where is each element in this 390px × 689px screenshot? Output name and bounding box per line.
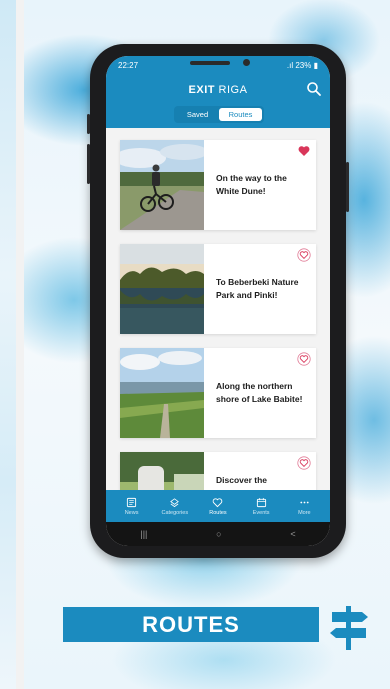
route-card[interactable]: Along the northern shore of Lake Babite! [120,348,316,438]
segment-routes[interactable]: Routes [219,108,262,121]
route-card[interactable]: To Beberbeki Nature Park and Pinki! [120,244,316,334]
phone-camera [243,59,250,66]
system-nav-bar: ||| ○ < [106,522,330,546]
saved-routes-toggle: Saved Routes [174,106,264,123]
search-icon[interactable] [306,81,322,97]
heart-outline-icon[interactable] [297,248,311,262]
route-photo-lakeshore [120,348,204,438]
app-title-light: RIGA [218,84,248,96]
route-photo-cyclist [120,140,204,230]
phone-screen: 22:27 .ıl 23% ▮ EXIT RIGA Saved Routes O… [106,56,330,546]
background-left-strip [0,0,16,689]
phone-button [346,162,349,212]
heart-icon [213,497,223,507]
app-header: EXIT RIGA Saved Routes [106,74,330,128]
battery-icon: ▮ [311,60,318,70]
phone-button [87,114,90,134]
heart-outline-icon[interactable] [297,352,311,366]
tab-routes[interactable]: Routes [197,497,239,516]
status-bar: 22:27 .ıl 23% ▮ [106,56,330,74]
route-photo-lake [120,244,204,334]
tab-events[interactable]: Events [240,497,282,516]
tab-label: News [124,509,139,516]
route-card[interactable]: Discover the [120,452,316,490]
segment-saved[interactable]: Saved [176,108,219,121]
calendar-icon [256,497,266,507]
routes-list: On the way to the White Dune! To Beberbe… [106,128,330,490]
app-title: EXIT RIGA [106,84,330,96]
phone-button [87,144,90,184]
phone-mockup: 22:27 .ıl 23% ▮ EXIT RIGA Saved Routes O… [87,44,349,558]
status-right: .ıl 23% ▮ [287,61,318,70]
heart-outline-icon[interactable] [297,456,311,470]
phone-speaker [190,61,230,65]
background-divider [16,0,24,689]
tab-more[interactable]: More [283,497,325,516]
signpost-icon [330,606,368,650]
bottom-tab-bar: News Categories Routes Events More [106,490,330,522]
more-icon [300,501,309,503]
route-photo-monument [120,452,204,490]
route-card[interactable]: On the way to the White Dune! [120,140,316,230]
tab-label: Categories [161,509,189,516]
recent-apps-button[interactable]: ||| [140,529,147,539]
app-title-bold: EXIT [188,84,215,96]
tab-categories[interactable]: Categories [154,497,196,516]
battery-level: 23% [295,60,312,70]
tab-label: Events [252,509,270,516]
status-time: 22:27 [118,60,139,70]
tab-label: More [298,509,311,516]
news-icon [127,497,137,507]
tab-label: Routes [209,509,227,516]
routes-banner: ROUTES [63,607,319,642]
tab-news[interactable]: News [111,497,153,516]
home-button[interactable]: ○ [216,529,221,539]
back-button[interactable]: < [290,529,295,539]
heart-filled-icon[interactable] [297,144,311,158]
categories-icon [170,497,180,507]
